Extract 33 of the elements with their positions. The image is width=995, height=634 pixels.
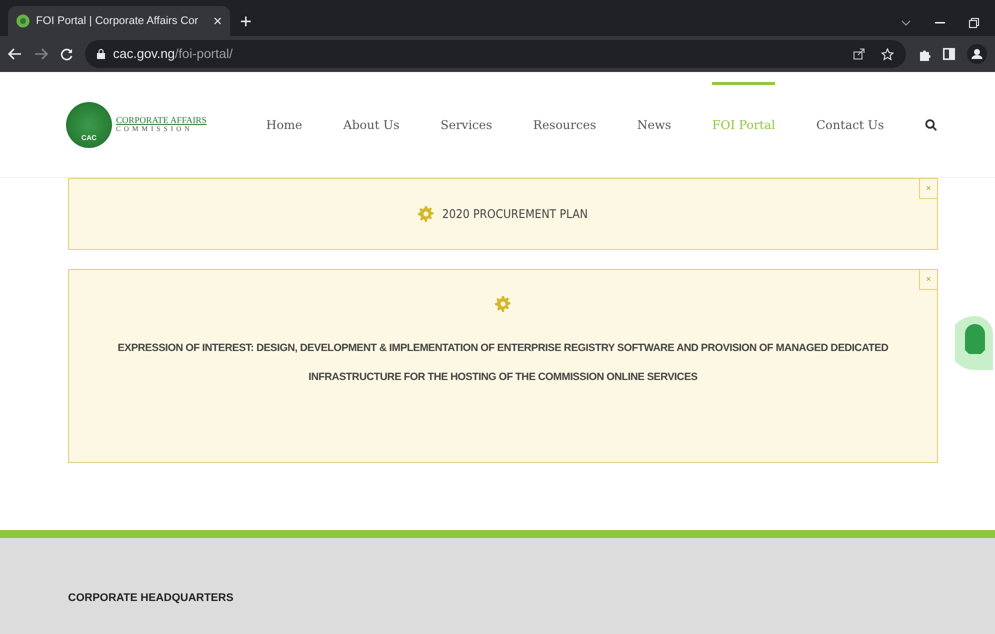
address-bar[interactable]: cac.gov.ng/foi-portal/: [85, 40, 906, 68]
share-icon[interactable]: [853, 48, 865, 60]
new-tab-button[interactable]: +: [240, 12, 252, 32]
chevron-down-icon[interactable]: [901, 20, 911, 26]
lock-icon: [97, 49, 105, 59]
star-icon[interactable]: [881, 48, 894, 60]
nav-link[interactable]: Services: [440, 86, 492, 164]
minimize-icon[interactable]: [935, 22, 945, 24]
chat-widget-icon[interactable]: [955, 314, 995, 372]
side-panel-icon[interactable]: [943, 48, 955, 60]
footer-heading: CORPORATE HEADQUARTERS: [68, 591, 234, 606]
nav-link[interactable]: About Us: [343, 86, 400, 164]
forward-icon[interactable]: [34, 48, 48, 60]
notice-title[interactable]: 2020 PROCUREMENT PLAN: [442, 205, 588, 223]
logo-title: CORPORATE AFFAIRS: [116, 116, 207, 125]
tab-title: FOI Portal | Corporate Affairs Cor: [36, 14, 198, 29]
globe-icon: [16, 14, 30, 28]
notice-title[interactable]: EXPRESSION OF INTEREST: DESIGN, DEVELOPMENT & IMPLEMENTATION OF ENTERPRISE REGISTRY SOFTWARE AND PROVISION OF MANAGED DEDICATED INFRASTRUCTURE FOR THE HOSTING OF THE COMMISSION ONLINE SERVICES: [99, 334, 907, 392]
nav-link[interactable]: Resources: [533, 86, 596, 164]
puzzle-icon[interactable]: [918, 48, 931, 60]
browser-tab[interactable]: FOI Portal | Corporate Affairs Cor ×: [8, 6, 230, 36]
profile-icon[interactable]: [967, 44, 987, 64]
restore-icon[interactable]: [969, 18, 979, 28]
nav-link[interactable]: News: [637, 86, 672, 164]
nav-link[interactable]: Home: [266, 86, 302, 164]
url-text: cac.gov.ng/foi-portal/: [113, 45, 233, 64]
nav-link[interactable]: Contact Us: [816, 86, 884, 164]
gear-icon: [418, 206, 434, 222]
back-icon[interactable]: [8, 48, 22, 60]
tab-close-button[interactable]: ×: [213, 14, 222, 28]
search-icon[interactable]: [925, 118, 937, 130]
gear-icon: [495, 296, 511, 312]
reload-icon[interactable]: [60, 48, 73, 60]
